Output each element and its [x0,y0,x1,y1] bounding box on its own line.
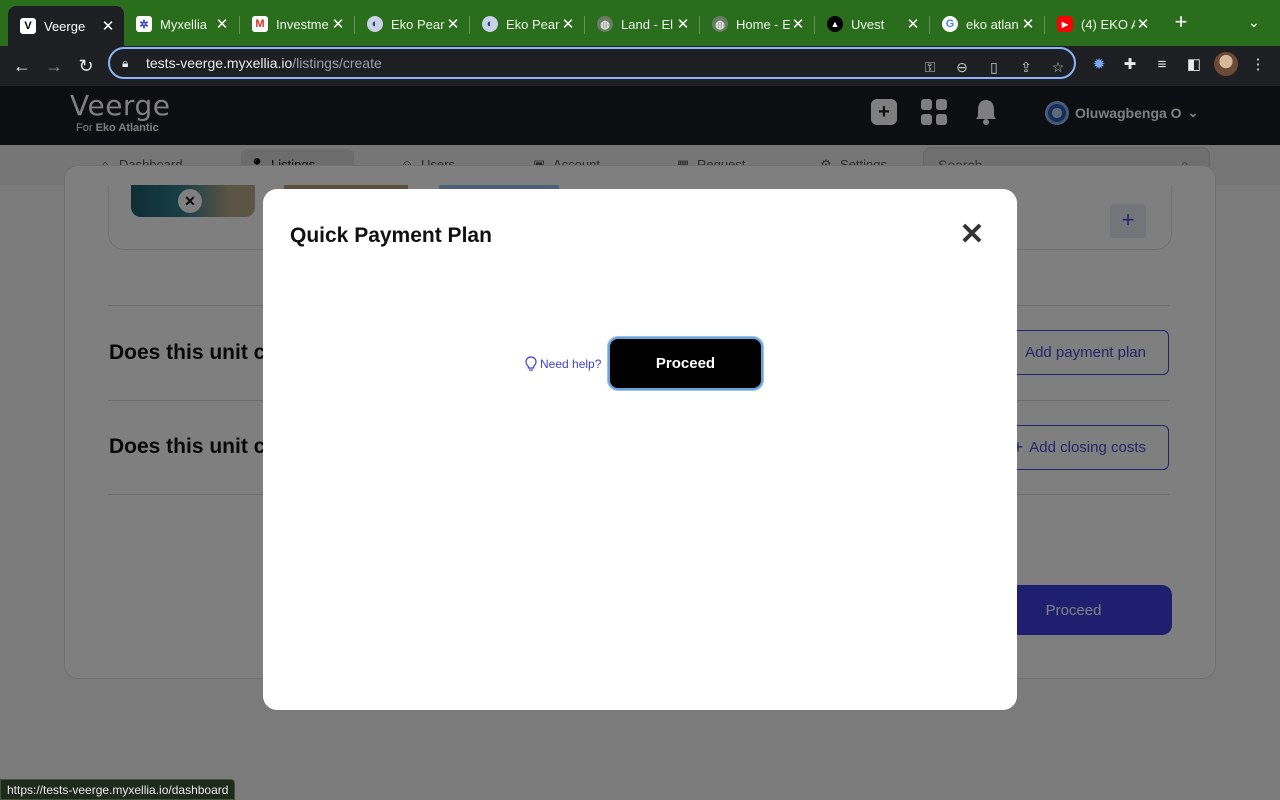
globe-favicon-icon: ◍ [597,16,613,32]
page-icon[interactable]: ▯ [984,57,1004,77]
tab-close-icon[interactable]: ✕ [790,15,806,33]
url-host: tests-veerge.myxellia.io [146,55,293,71]
modal-proceed-button[interactable]: Proceed [608,337,763,390]
tab-land[interactable]: ◍ Land - El ✕ [585,8,699,40]
gmail-favicon-icon: M [252,16,268,32]
tab-veerge[interactable]: V Veerge ✕ [8,6,124,46]
bookmark-star-icon[interactable]: ☆ [1048,57,1068,77]
status-bar-url: https://tests-veerge.myxellia.io/dashboa… [0,779,236,800]
tab-myxellia[interactable]: ✲ Myxellia ✕ [124,8,238,40]
triangle-favicon-icon: ▲ [827,16,843,32]
key-icon[interactable]: ⚿ [920,57,940,77]
tab-home[interactable]: ◍ Home - E ✕ [700,8,814,40]
tab-close-icon[interactable]: ✕ [1020,15,1036,33]
tab-title: Veerge [44,18,86,34]
tab-youtube[interactable]: ▶ (4) EKO A ✕ [1045,8,1159,40]
tab-search-chevron-icon[interactable]: ⌄ [1248,14,1260,31]
menu-dots-icon[interactable]: ⋮ [1247,54,1269,76]
media-queue-icon[interactable]: ≡ [1151,54,1173,76]
button-label: Proceed [655,355,716,372]
youtube-favicon-icon: ▶ [1057,16,1073,32]
veerge-favicon-icon: V [20,18,36,34]
side-panel-icon[interactable]: ◧ [1183,54,1205,76]
new-tab-plus-icon[interactable]: + [1170,11,1192,34]
help-label: Need help? [540,357,602,371]
tab-close-icon[interactable]: ✕ [1135,15,1151,33]
tab-title: Home - E [736,16,790,32]
tab-close-icon[interactable]: ✕ [905,15,921,33]
url-path: /listings/create [292,55,382,71]
close-icon[interactable]: ✕ [959,220,985,250]
modal-title: Quick Payment Plan [290,224,492,247]
tab-title: Uvest [851,16,885,32]
tab-title: Investme [276,16,329,32]
zoom-icon[interactable]: ⊖ [952,57,972,77]
lightbulb-icon [525,356,537,371]
tab-title: eko atlan [966,16,1019,32]
quick-payment-plan-modal: Quick Payment Plan ✕ Need help? Proceed [263,189,1017,710]
tab-uvest[interactable]: ▲ Uvest ✕ [815,8,929,40]
need-help-link[interactable]: Need help? [525,356,601,372]
tab-close-icon[interactable]: ✕ [560,15,576,33]
tab-close-icon[interactable]: ✕ [100,17,116,35]
forward-arrow-icon[interactable]: → [42,54,66,78]
tab-investment[interactable]: M Investme ✕ [240,8,354,40]
lock-icon: 🔒︎ [122,55,129,70]
back-arrow-icon[interactable]: ← [10,54,34,78]
tab-title: (4) EKO A [1081,16,1135,32]
tab-title: Eko Pear [506,16,560,32]
profile-avatar[interactable] [1214,52,1238,76]
tab-close-icon[interactable]: ✕ [214,15,230,33]
tab-title: Eko Pear [391,16,445,32]
google-favicon-icon: G [942,16,958,32]
address-bar[interactable]: 🔒︎ tests-veerge.myxellia.io/listings/cre… [108,47,1076,79]
reload-icon[interactable]: ↻ [74,54,98,78]
extension-sun-icon[interactable]: ✹ [1088,54,1110,76]
share-icon[interactable]: ⇪ [1016,57,1036,77]
extensions-puzzle-icon[interactable]: ✚ [1119,54,1141,76]
tab-eko-pearl-1[interactable]: ◐ Eko Pear ✕ [355,8,469,40]
tab-close-icon[interactable]: ✕ [675,15,691,33]
tab-eko-pearl-2[interactable]: ◐ Eko Pear ✕ [470,8,584,40]
tab-close-icon[interactable]: ✕ [445,15,461,33]
swirl-favicon-icon: ◐ [367,16,383,32]
tab-close-icon[interactable]: ✕ [330,15,346,33]
tab-google-search[interactable]: G eko atlan ✕ [930,8,1044,40]
tab-title: Land - El [621,16,674,32]
gear-favicon-icon: ✲ [136,16,152,32]
swirl-favicon-icon: ◐ [482,16,498,32]
tab-title: Myxellia [160,16,207,32]
browser-tabstrip: V Veerge ✕ ✲ Myxellia ✕ M Investme ✕ ◐ E… [0,0,1280,46]
globe-favicon-icon: ◍ [712,16,728,32]
